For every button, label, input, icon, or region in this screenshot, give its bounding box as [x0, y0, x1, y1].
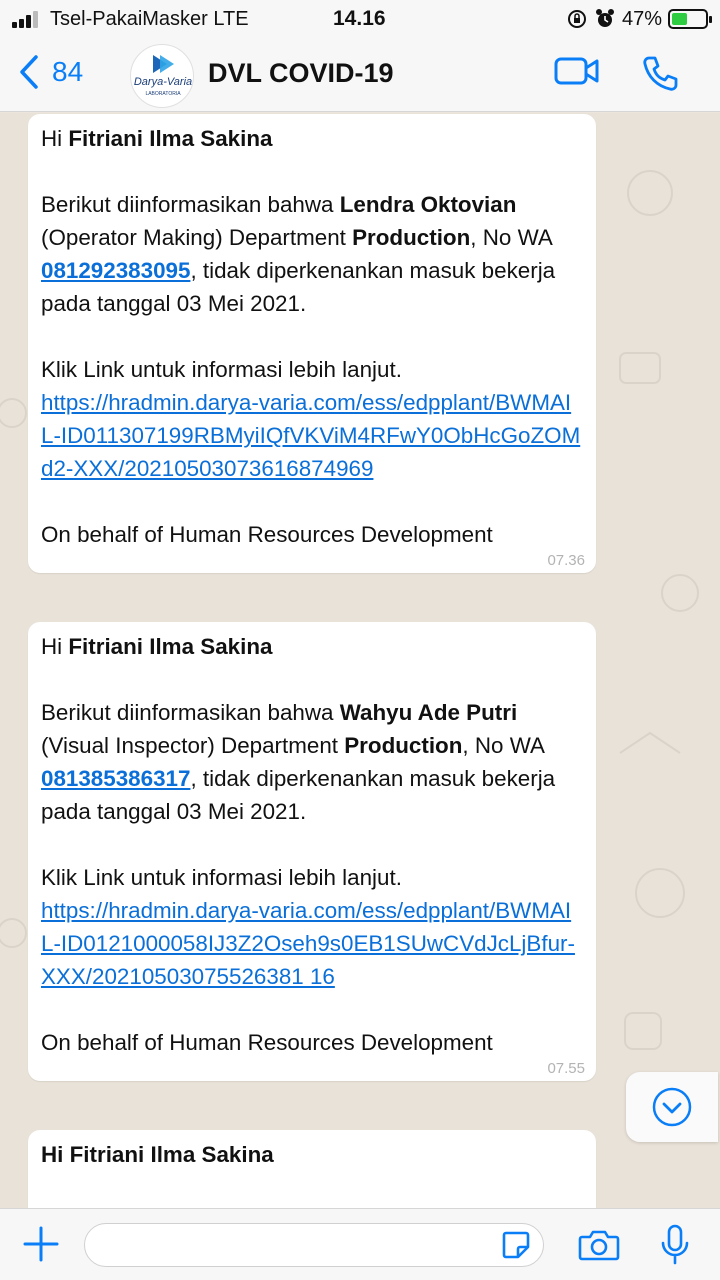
plus-icon: [23, 1226, 59, 1262]
status-right: 47%: [566, 6, 712, 32]
camera-icon: [578, 1230, 620, 1261]
recipient-name: Fitriani Ilma Sakina: [69, 1142, 274, 1167]
chevron-left-icon: [20, 55, 38, 89]
attach-button[interactable]: [22, 1225, 60, 1268]
link-intro: Klik Link untuk informasi lebih lanjut.: [41, 357, 402, 382]
message-footer: On behalf of Human Resources Development: [41, 522, 493, 547]
employee-name: Wahyu Ade Putri: [339, 700, 518, 725]
message-time: 07.55: [547, 1060, 585, 1077]
battery-icon: [668, 9, 712, 29]
message-bubble[interactable]: Hi Fitriani Ilma Sakina Berikut diinform…: [28, 622, 596, 1081]
composer-bar: [0, 1208, 720, 1280]
status-bar: Tsel-PakaiMasker LTE 14.16 47%: [0, 0, 720, 40]
message-greeting: Hi Fitriani Ilma Sakina: [41, 634, 273, 659]
battery-fill: [672, 13, 688, 25]
phone-number-link[interactable]: 081292383095: [41, 258, 190, 283]
alarm-icon: [595, 9, 614, 27]
microphone-icon: [661, 1224, 689, 1265]
svg-text:Darya-Varia: Darya-Varia: [134, 76, 192, 88]
department-name: Production: [344, 733, 463, 758]
video-call-button[interactable]: [554, 54, 600, 93]
camera-button[interactable]: [578, 1227, 620, 1268]
info-link[interactable]: https://hradmin.darya-varia.com/ess/edpp…: [41, 898, 575, 989]
battery-percent: 47%: [621, 7, 662, 30]
scroll-to-bottom-button[interactable]: [626, 1072, 718, 1142]
phone-number-link[interactable]: 081385386317: [41, 766, 190, 791]
voice-call-button[interactable]: [640, 54, 680, 99]
sticker-button[interactable]: [500, 1229, 532, 1266]
chat-area[interactable]: Hi Fitriani Ilma Sakina Berikut diinform…: [0, 113, 720, 1208]
employee-name: Lendra Oktovian: [339, 192, 517, 217]
message-greeting: Hi Fitriani Ilma Sakina: [41, 126, 273, 151]
chat-title[interactable]: DVL COVID-19: [208, 58, 394, 89]
message-body: Berikut diinformasikan bahwa Lendra Okto…: [41, 192, 556, 316]
link-intro: Klik Link untuk informasi lebih lanjut.: [41, 865, 402, 890]
video-camera-icon: [554, 57, 599, 85]
carrier-label: Tsel-PakaiMasker LTE: [50, 8, 249, 30]
svg-text:LABORATORIA: LABORATORIA: [145, 91, 181, 97]
recipient-name: Fitriani Ilma Sakina: [68, 126, 273, 151]
recipient-name: Fitriani Ilma Sakina: [68, 634, 273, 659]
message-greeting: Hi Fitriani Ilma Sakina: [41, 1142, 274, 1167]
message-bubble[interactable]: Hi Fitriani Ilma Sakina Berikut diinform…: [28, 114, 596, 573]
voice-message-button[interactable]: [660, 1223, 690, 1272]
chevron-down-circle-icon: [652, 1087, 692, 1127]
sticker-icon: [502, 1231, 530, 1259]
message-footer: On behalf of Human Resources Development: [41, 1030, 493, 1055]
unread-count: 84: [52, 56, 84, 87]
rotation-lock-icon: [567, 10, 586, 28]
clock: 14.16: [333, 7, 386, 30]
message-time: 07.36: [547, 552, 585, 569]
darya-varia-logo: Darya-Varia LABORATORIA: [134, 55, 192, 97]
department-name: Production: [352, 225, 471, 250]
message-input[interactable]: [84, 1223, 544, 1267]
message-bubble[interactable]: Hi Fitriani Ilma Sakina: [28, 1130, 596, 1208]
signal-strength-icon: [12, 10, 42, 28]
info-link[interactable]: https://hradmin.darya-varia.com/ess/edpp…: [41, 390, 580, 481]
back-button[interactable]: 84: [18, 54, 83, 90]
chat-header: 84 Darya-Varia LABORATORIA DVL COVID-19: [0, 40, 720, 112]
phone-icon: [643, 56, 678, 91]
message-body: Berikut diinformasikan bahwa Wahyu Ade P…: [41, 700, 556, 824]
group-avatar[interactable]: Darya-Varia LABORATORIA: [130, 44, 194, 108]
